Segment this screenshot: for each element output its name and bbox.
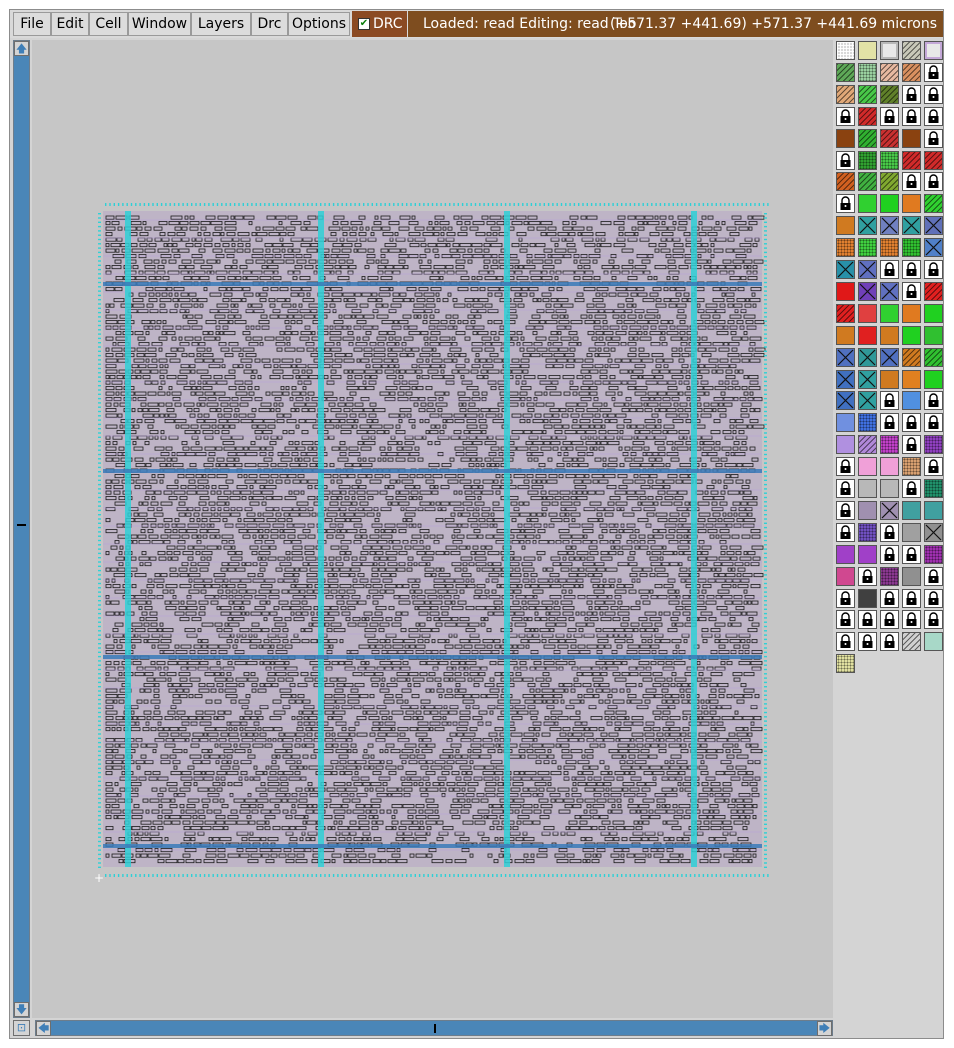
- main-window: File Edit Cell Window Layers Drc Options…: [9, 9, 944, 1039]
- scroll-down-arrow-icon[interactable]: 🡇: [14, 1002, 29, 1017]
- menu-window[interactable]: Window: [128, 12, 191, 36]
- menu-bar: File Edit Cell Window Layers Drc Options…: [10, 10, 943, 38]
- menu-edit[interactable]: Edit: [51, 12, 89, 36]
- scroll-right-arrow-icon[interactable]: 🡆: [817, 1021, 832, 1036]
- menu-cell[interactable]: Cell: [89, 12, 128, 36]
- scroll-up-arrow-icon[interactable]: 🡅: [14, 41, 29, 56]
- drc-toggle-label: DRC: [373, 16, 403, 32]
- horizontal-scrollbar[interactable]: 🡄 🡆: [35, 1020, 833, 1036]
- cursor-coordinates: (+571.37 +441.69) +571.37 +441.69 micron…: [610, 16, 937, 32]
- hscroll-thumb-marker[interactable]: [434, 1024, 436, 1033]
- die-area: [103, 211, 762, 867]
- status-bar: Loaded: read Editing: read Too (+571.37 …: [408, 11, 943, 37]
- drc-checkbox[interactable]: ✔: [358, 18, 370, 30]
- vertical-scrollbar[interactable]: 🡅 🡇: [13, 40, 30, 1018]
- menu-file[interactable]: File: [13, 12, 51, 36]
- status-message: Loaded: read Editing: read Too: [423, 16, 637, 32]
- scroll-corner-icon[interactable]: ⊡: [13, 1020, 30, 1036]
- scroll-thumb-marker[interactable]: [17, 524, 26, 526]
- menu-layers[interactable]: Layers: [191, 12, 251, 36]
- scroll-left-arrow-icon[interactable]: 🡄: [36, 1021, 51, 1036]
- layout-canvas[interactable]: +: [32, 40, 833, 1018]
- chip-layout-view[interactable]: +: [32, 40, 833, 1018]
- menu-drc[interactable]: Drc: [251, 12, 288, 36]
- drc-toggle-button[interactable]: ✔ DRC: [352, 11, 407, 37]
- menu-options[interactable]: Options: [288, 12, 350, 36]
